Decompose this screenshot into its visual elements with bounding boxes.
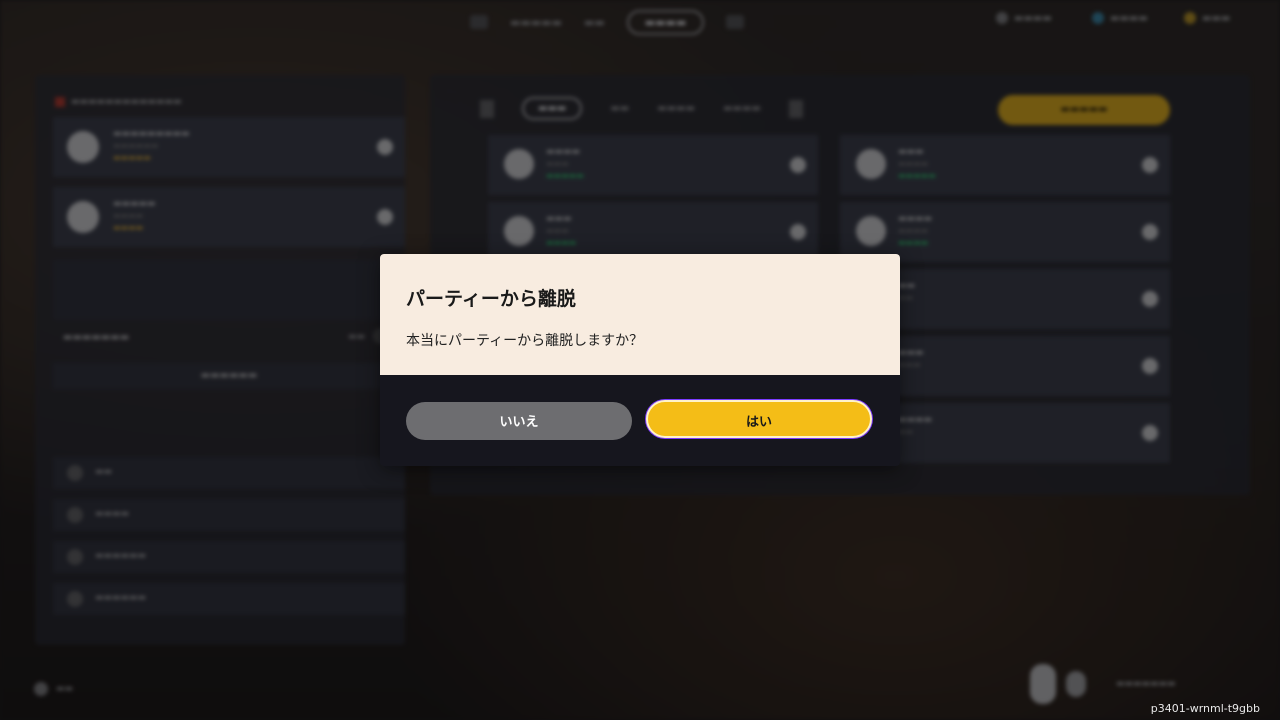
dialog-body: パーティーから離脱 本当にパーティーから離脱しますか？ (380, 254, 900, 375)
no-button[interactable]: いいえ (406, 402, 632, 440)
dialog-actions: いいえ はい (380, 375, 900, 466)
dialog-message: 本当にパーティーから離脱しますか？ (406, 333, 644, 349)
leave-party-dialog: パーティーから離脱 本当にパーティーから離脱しますか？ いいえ はい (380, 254, 900, 466)
watermark-text: p3401-wrnml-t9gbb (1150, 702, 1260, 715)
yes-button[interactable]: はい (646, 400, 872, 438)
dialog-title: パーティーから離脱 (406, 288, 576, 310)
